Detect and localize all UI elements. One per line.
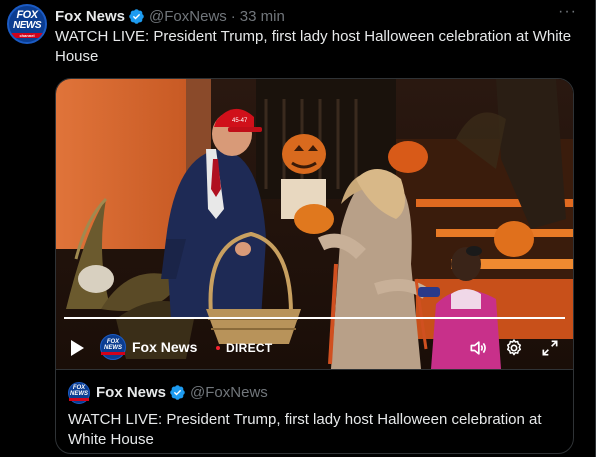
avatar-logo-channel: channel (19, 33, 35, 38)
post-header: Fox News @FoxNews · 33 min (55, 6, 285, 26)
post[interactable]: FOX NEWS channel Fox News @FoxNews · 33 … (0, 0, 596, 457)
live-label: DIRECT (226, 341, 273, 355)
cap-text: 45-47 (232, 118, 248, 124)
channel-logo-text-2: NEWS (104, 345, 122, 351)
video-frame: 45-47 (56, 79, 573, 369)
expand-icon[interactable] (540, 338, 560, 358)
quoted-avatar-logo-news: NEWS (70, 391, 88, 397)
media-card[interactable]: 45-47 FOX NEWS Fox News DIRECT FOX NEWS … (55, 78, 574, 454)
volume-icon[interactable] (468, 338, 488, 358)
quoted-post-text: WATCH LIVE: President Trump, first lady … (68, 411, 542, 448)
avatar-logo-news: NEWS (13, 20, 42, 31)
post-text: WATCH LIVE: President Trump, first lady … (55, 28, 572, 65)
verified-badge-icon (128, 8, 145, 25)
play-icon[interactable] (68, 339, 86, 357)
author-name[interactable]: Fox News (55, 8, 125, 25)
video-progress-fill (64, 317, 565, 319)
quoted-post-header: Fox News @FoxNews (96, 384, 268, 401)
author-handle[interactable]: @FoxNews (149, 8, 227, 25)
quoted-avatar-logo-bar (69, 398, 89, 401)
quoted-post[interactable]: FOX NEWS Fox News @FoxNews WATCH LIVE: P… (56, 369, 573, 453)
quoted-author-avatar: FOX NEWS (68, 382, 90, 404)
quoted-verified-badge-icon (169, 384, 186, 401)
header-separator: · (230, 7, 236, 25)
video-controls: FOX NEWS Fox News DIRECT (56, 329, 573, 365)
video-player[interactable]: 45-47 FOX NEWS Fox News DIRECT (56, 79, 573, 369)
author-avatar[interactable]: FOX NEWS channel (7, 4, 47, 44)
channel-logo-bar (101, 352, 125, 355)
live-dot-icon (216, 346, 220, 350)
channel-logo-icon: FOX NEWS (100, 334, 126, 360)
gear-icon[interactable] (504, 338, 524, 358)
quoted-author-handle: @FoxNews (190, 384, 268, 401)
post-timestamp[interactable]: 33 min (240, 8, 285, 25)
avatar-logo-bar: channel (9, 33, 45, 38)
quoted-author-name: Fox News (96, 384, 167, 401)
channel-name: Fox News (132, 339, 198, 355)
more-options-icon[interactable]: ··· (558, 4, 577, 20)
video-progress-bar[interactable] (64, 317, 565, 319)
